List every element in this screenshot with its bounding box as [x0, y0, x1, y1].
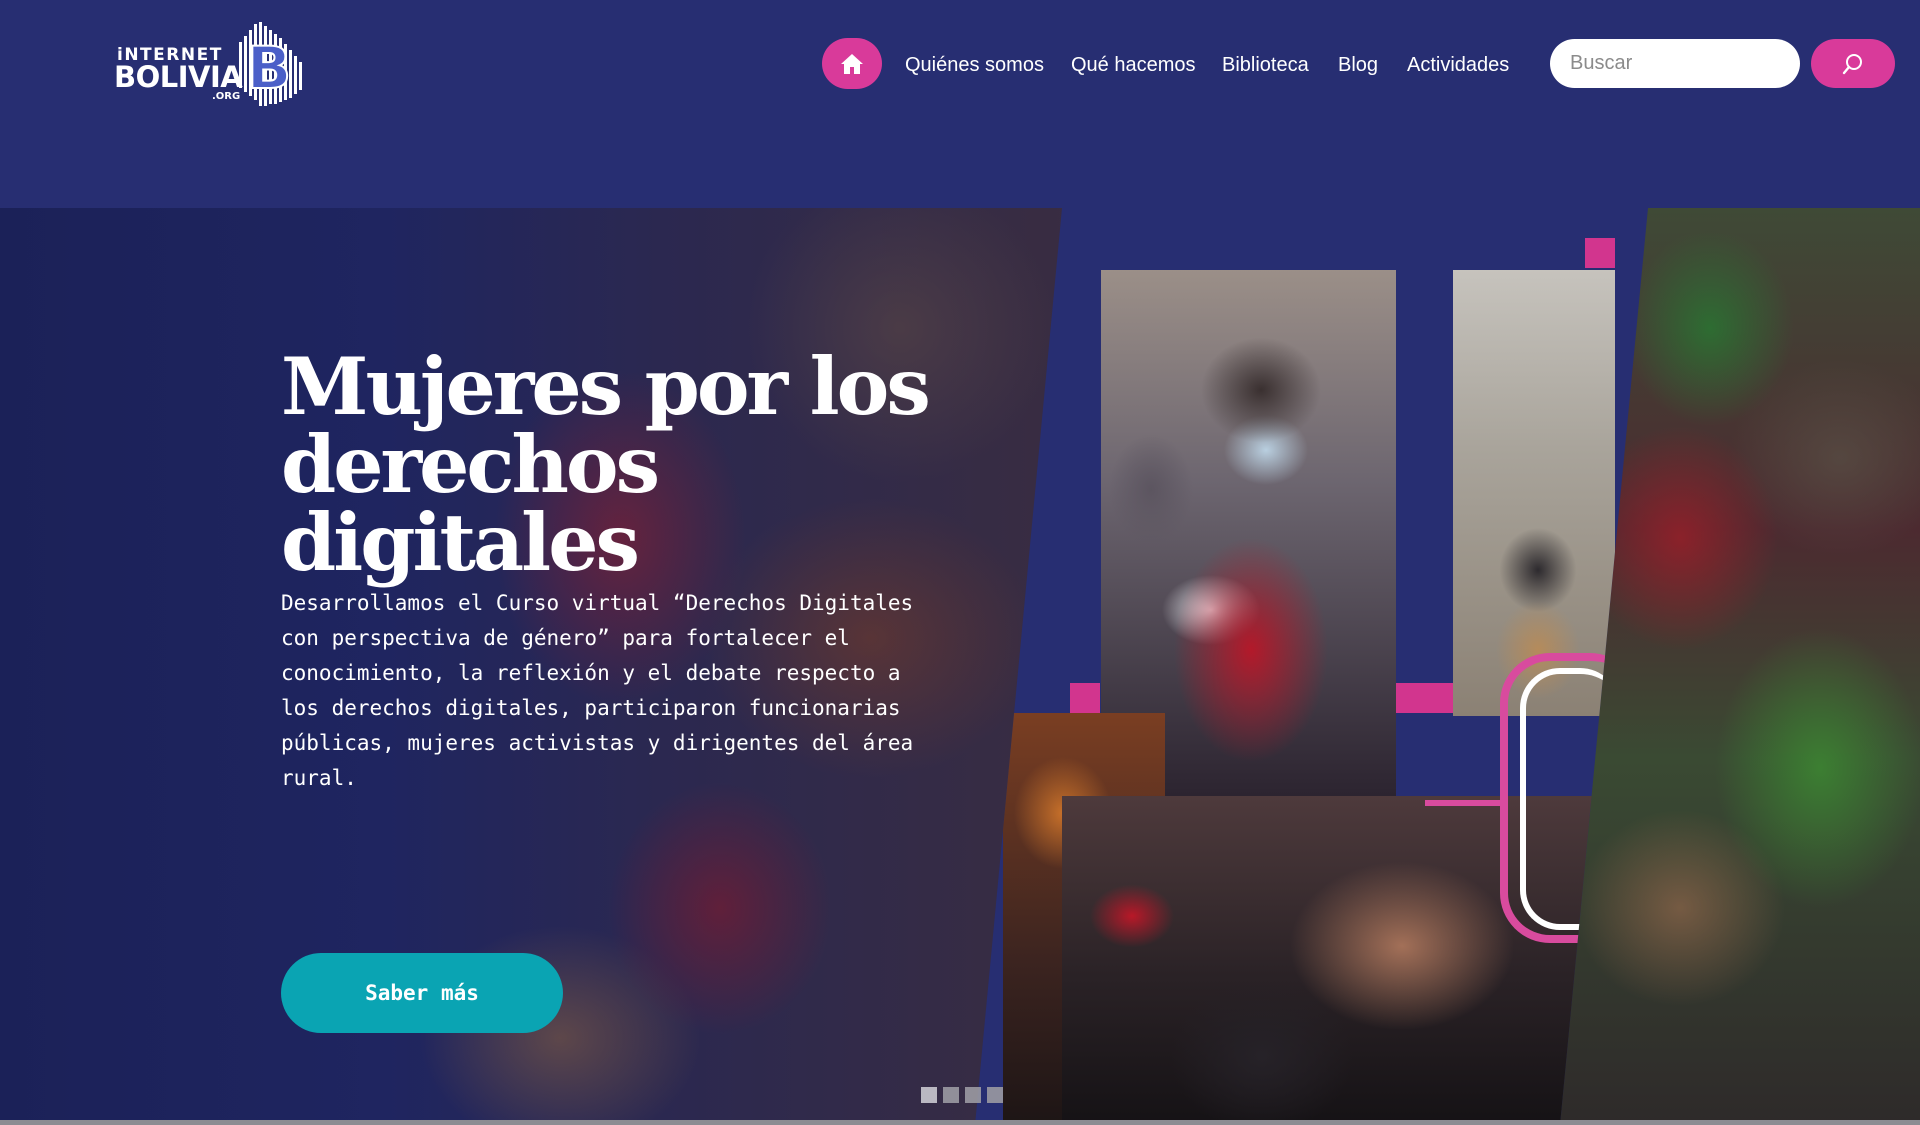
slider-dot[interactable] — [987, 1087, 1003, 1103]
search-input[interactable] — [1550, 39, 1800, 88]
slider-dot[interactable] — [943, 1087, 959, 1103]
nav-label: Blog — [1338, 53, 1379, 76]
decorative-line — [1425, 800, 1505, 806]
nav-label: Quiénes somos — [905, 53, 1044, 76]
slider-dot[interactable] — [921, 1087, 937, 1103]
saber-mas-button[interactable]: Saber más — [281, 953, 563, 1033]
search-icon — [1842, 53, 1862, 74]
logo-text-bolivia: BOLIVIA — [114, 60, 243, 94]
nav-label: Actividades — [1407, 53, 1510, 76]
decorative-square — [1070, 683, 1100, 713]
slider-dot[interactable] — [965, 1087, 981, 1103]
logo-monogram: B — [247, 34, 291, 102]
collage-photo-woman-hat — [1453, 270, 1615, 716]
nav-label: Biblioteca — [1222, 53, 1309, 76]
logo-b-mark: B — [239, 22, 302, 106]
decorative-square — [1585, 238, 1615, 268]
search-button[interactable] — [1811, 39, 1895, 88]
hero-bottom-bar — [0, 1120, 1920, 1125]
internet-bolivia-logo[interactable]: iNTERNET BOLIVIA .ORG B — [114, 20, 310, 110]
hero-title-line: derechos digitales — [281, 418, 660, 589]
logo-text-org: .ORG — [212, 91, 241, 102]
hero-description: Desarrollamos el Curso virtual “Derechos… — [281, 591, 914, 790]
nav-item-que-hacemos[interactable]: Qué hacemos — [1071, 50, 1196, 80]
site-header: iNTERNET BOLIVIA .ORG B Quiénes somos Qu… — [0, 0, 1920, 208]
nav-item-quienes-somos[interactable]: Quiénes somos — [905, 50, 1044, 80]
nav-item-actividades[interactable]: Actividades — [1407, 50, 1509, 80]
hero-slider: Mujeres por los derechos digitales Desar… — [0, 208, 1920, 1125]
nav-item-blog[interactable]: Blog — [1338, 50, 1378, 80]
nav-label: Qué hacemos — [1071, 53, 1196, 76]
slider-pagination — [921, 1087, 1003, 1103]
home-icon — [841, 53, 863, 74]
nav-item-biblioteca[interactable]: Biblioteca — [1222, 50, 1309, 80]
hero-title: Mujeres por los derechos digitales — [281, 347, 1001, 582]
home-button[interactable] — [822, 38, 882, 89]
decorative-square — [1396, 683, 1453, 713]
